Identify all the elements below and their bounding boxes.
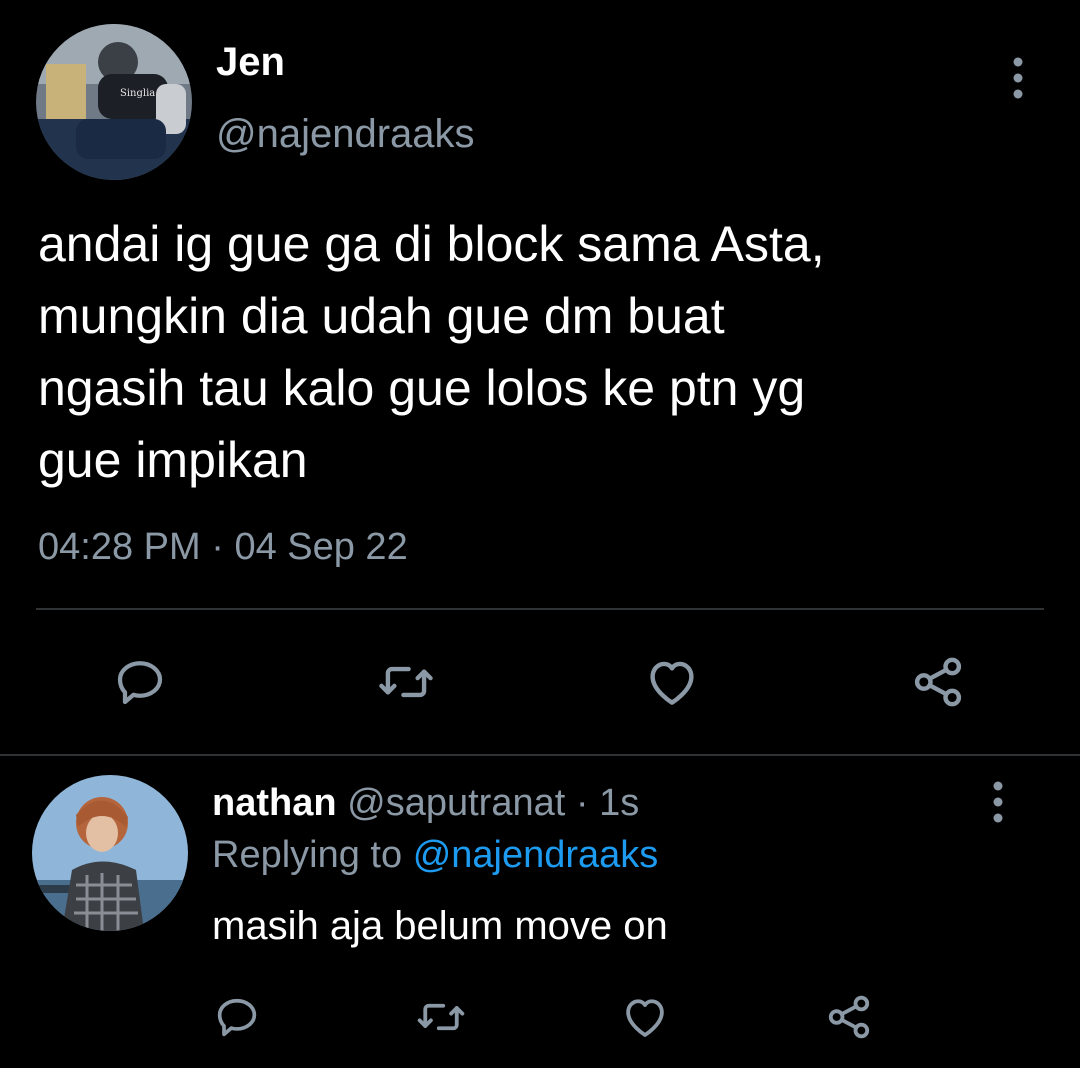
author-handle[interactable]: @najendraaks [216, 112, 475, 157]
svg-text:Singlia: Singlia [120, 88, 155, 99]
tweet-timestamp[interactable]: 04:28 PM · 04 Sep 22 [38, 526, 408, 569]
like-icon [626, 999, 664, 1037]
tweet-text-line: gue impikan [38, 432, 308, 488]
retweet-icon [417, 1003, 465, 1031]
reply-header: nathan @saputranat · 1s [212, 782, 639, 825]
share-icon [828, 995, 870, 1039]
more-options-icon[interactable] [1008, 56, 1028, 102]
avatar[interactable] [32, 775, 188, 931]
share-button[interactable] [822, 990, 876, 1044]
reply-text: masih aja belum move on [212, 904, 668, 948]
tweet-text-line: ngasih tau kalo gue lolos ke ptn yg [38, 360, 806, 416]
reply-icon [117, 661, 163, 705]
meta-separator: · [575, 782, 589, 824]
like-button[interactable] [618, 990, 672, 1044]
share-icon [914, 657, 962, 707]
retweet-button[interactable] [374, 650, 438, 714]
like-button[interactable] [640, 650, 704, 714]
retweet-icon [379, 666, 433, 698]
replying-to: Replying to @najendraaks [212, 834, 658, 877]
reply-time[interactable]: 1s [599, 782, 639, 824]
tweet-text-line: andai ig gue ga di block sama Asta, [38, 216, 825, 272]
tweet-date: 04 Sep 22 [234, 526, 408, 568]
tweet-text: andai ig gue ga di block sama Asta, mung… [38, 208, 1038, 496]
replying-prefix: Replying to [212, 834, 403, 876]
reply-author-name[interactable]: nathan [212, 782, 337, 824]
avatar-image: Singlia [36, 24, 192, 180]
reply-author-handle[interactable]: @saputranat [347, 782, 565, 824]
avatar-image [32, 775, 188, 931]
replying-handle-link[interactable]: @najendraaks [413, 834, 659, 876]
reply-icon [217, 998, 257, 1037]
tweet-time: 04:28 PM [38, 526, 201, 568]
tweet-text-line: mungkin dia udah gue dm buat [38, 288, 725, 344]
more-options-icon[interactable] [988, 780, 1008, 826]
share-button[interactable] [906, 650, 970, 714]
reply-button[interactable] [108, 650, 172, 714]
meta-separator: · [211, 526, 224, 568]
divider [36, 608, 1044, 610]
divider [0, 754, 1080, 756]
like-icon [650, 661, 694, 705]
author-name[interactable]: Jen [216, 40, 285, 85]
reply-button[interactable] [210, 990, 264, 1044]
retweet-button[interactable] [414, 990, 468, 1044]
avatar[interactable]: Singlia [36, 24, 192, 180]
